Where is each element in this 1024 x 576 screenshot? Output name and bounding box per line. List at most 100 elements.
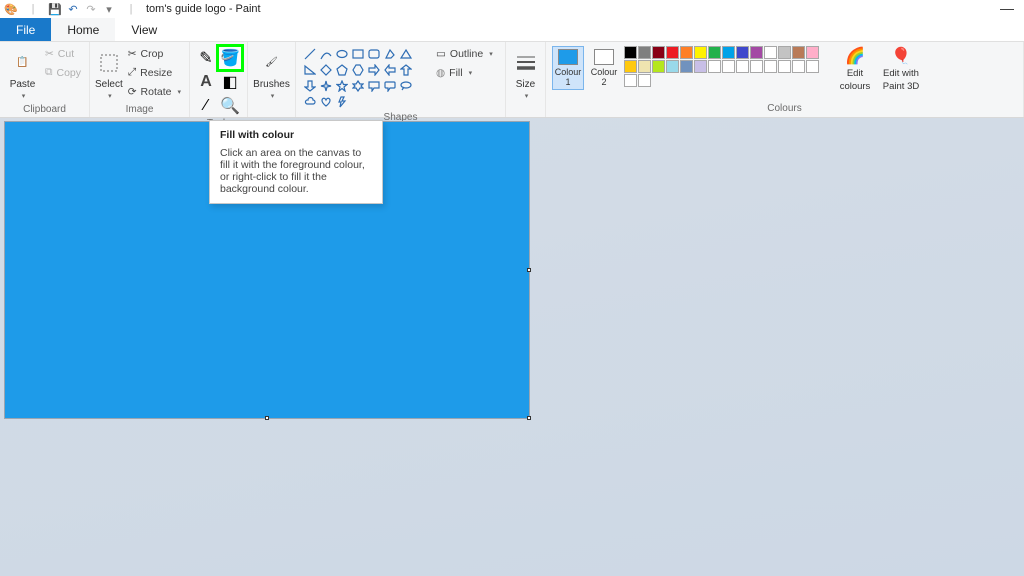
shape-polygon[interactable]	[382, 46, 398, 62]
paste-button[interactable]: 📋 Paste	[4, 44, 41, 104]
fill-button[interactable]: ◍ Fill	[432, 63, 497, 82]
shape-hexagon[interactable]	[350, 62, 366, 78]
shape-diamond[interactable]	[318, 62, 334, 78]
palette-swatch[interactable]	[722, 46, 735, 59]
shape-line[interactable]	[302, 46, 318, 62]
palette-swatch[interactable]	[652, 46, 665, 59]
resize-handle-e[interactable]	[527, 268, 531, 272]
palette-swatch[interactable]	[624, 60, 637, 73]
resize-button[interactable]: ⤢ Resize	[124, 63, 185, 82]
palette-swatch[interactable]	[666, 60, 679, 73]
redo-icon[interactable]: ↷	[84, 2, 98, 16]
palette-swatch[interactable]	[652, 60, 665, 73]
qat-customize-icon[interactable]: ▾	[102, 2, 116, 16]
palette-swatch[interactable]	[750, 46, 763, 59]
copy-button[interactable]: ⧉ Copy	[41, 63, 85, 82]
size-button[interactable]: Size	[510, 44, 541, 104]
shape-heart[interactable]	[318, 94, 334, 110]
shape-callout-rect[interactable]	[366, 78, 382, 94]
palette-swatch[interactable]	[708, 60, 721, 73]
palette-swatch[interactable]	[666, 46, 679, 59]
colour-1[interactable]: Colour 1	[552, 46, 584, 90]
crop-icon: ✂	[128, 48, 137, 60]
select-button[interactable]: Select	[94, 44, 124, 104]
shape-bolt[interactable]	[334, 94, 350, 110]
shape-cloud[interactable]	[302, 94, 318, 110]
tooltip-title: Fill with colour	[220, 129, 372, 141]
palette-swatch[interactable]	[750, 60, 763, 73]
magnify-tool[interactable]: 🔍	[219, 95, 241, 117]
palette-swatch[interactable]	[638, 60, 651, 73]
tab-file[interactable]: File	[0, 18, 51, 41]
shapes-gallery[interactable]	[300, 44, 428, 112]
palette-swatch[interactable]	[792, 46, 805, 59]
shape-star4[interactable]	[318, 78, 334, 94]
palette-swatch[interactable]	[778, 60, 791, 73]
shape-rect[interactable]	[350, 46, 366, 62]
tab-home[interactable]: Home	[51, 18, 115, 41]
title-bar: 🎨 | 💾 ↶ ↷ ▾ | tom's guide logo - Paint —	[0, 0, 1024, 18]
shape-arrow-u[interactable]	[398, 62, 414, 78]
undo-icon[interactable]: ↶	[66, 2, 80, 16]
shape-curve[interactable]	[318, 46, 334, 62]
palette-swatch[interactable]	[638, 46, 651, 59]
picker-tool[interactable]: ⁄	[195, 95, 217, 117]
shape-arrow-l[interactable]	[382, 62, 398, 78]
minimize-button[interactable]: —	[1000, 0, 1014, 16]
palette-swatch[interactable]	[624, 74, 637, 87]
paint-3d-button[interactable]: 🎈 Edit with Paint 3D	[878, 44, 924, 92]
palette-swatch[interactable]	[778, 46, 791, 59]
group-label: Clipboard	[4, 104, 85, 116]
text-icon: A	[200, 73, 212, 91]
palette-swatch[interactable]	[764, 60, 777, 73]
shape-callout-oval[interactable]	[398, 78, 414, 94]
palette-swatch[interactable]	[708, 46, 721, 59]
crop-button[interactable]: ✂ Crop	[124, 44, 185, 63]
palette-swatch[interactable]	[624, 46, 637, 59]
cut-button[interactable]: ✂ Cut	[41, 44, 85, 63]
shape-roundrect[interactable]	[366, 46, 382, 62]
palette-swatch[interactable]	[736, 46, 749, 59]
palette-swatch[interactable]	[680, 46, 693, 59]
shape-pentagon[interactable]	[334, 62, 350, 78]
outline-button[interactable]: ▭ Outline	[432, 44, 497, 63]
palette-swatch[interactable]	[806, 60, 819, 73]
shape-arrow-d[interactable]	[302, 78, 318, 94]
ribbon: 📋 Paste ✂ Cut ⧉ Copy Clipboard	[0, 42, 1024, 118]
tab-view[interactable]: View	[115, 18, 173, 41]
resize-handle-se[interactable]	[527, 416, 531, 420]
shape-callout-round[interactable]	[382, 78, 398, 94]
shape-star5[interactable]	[334, 78, 350, 94]
palette-swatch[interactable]	[680, 60, 693, 73]
palette-swatch[interactable]	[806, 46, 819, 59]
outline-icon: ▭	[436, 48, 446, 60]
save-icon[interactable]: 💾	[48, 2, 62, 16]
app-icon: 🎨	[4, 2, 18, 16]
palette-swatch[interactable]	[764, 46, 777, 59]
shape-triangle[interactable]	[398, 46, 414, 62]
group-tools: ✎ 🪣 A ◧ ⁄ 🔍 Tools	[190, 42, 248, 117]
resize-handle-s[interactable]	[265, 416, 269, 420]
shape-arrow-r[interactable]	[366, 62, 382, 78]
palette-swatch[interactable]	[694, 60, 707, 73]
palette-swatch[interactable]	[694, 46, 707, 59]
text-tool[interactable]: A	[195, 71, 217, 93]
palette-swatch[interactable]	[722, 60, 735, 73]
rotate-button[interactable]: ⟳ Rotate	[124, 82, 185, 101]
colour2-swatch	[594, 49, 614, 65]
shape-rtri[interactable]	[302, 62, 318, 78]
brush-icon: 🖌	[258, 49, 286, 77]
pencil-tool[interactable]: ✎	[195, 47, 217, 69]
window-title: tom's guide logo - Paint	[146, 3, 261, 15]
eraser-tool[interactable]: ◧	[219, 71, 241, 93]
colour1-swatch	[558, 49, 578, 65]
edit-colours-button[interactable]: 🌈 Edit colours	[832, 44, 878, 92]
brushes-button[interactable]: 🖌 Brushes	[252, 44, 291, 104]
palette-swatch[interactable]	[736, 60, 749, 73]
colour-2[interactable]: Colour 2	[588, 46, 620, 90]
palette-swatch[interactable]	[638, 74, 651, 87]
fill-tool[interactable]: 🪣	[216, 44, 244, 72]
shape-star6[interactable]	[350, 78, 366, 94]
shape-oval[interactable]	[334, 46, 350, 62]
palette-swatch[interactable]	[792, 60, 805, 73]
